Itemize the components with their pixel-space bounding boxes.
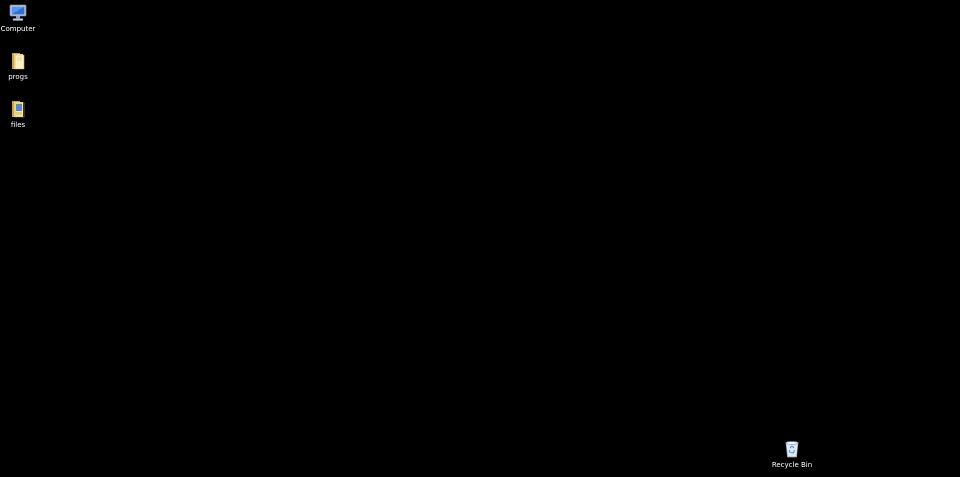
recycle-bin-icon <box>785 441 799 458</box>
desktop-icon-recycle-bin[interactable]: Recycle Bin <box>769 439 815 470</box>
desktop[interactable]: Computer progs files Recycle Bin <box>0 0 960 477</box>
desktop-icon-files[interactable]: files <box>0 99 40 130</box>
desktop-icon-computer[interactable]: Computer <box>0 3 40 34</box>
desktop-icon-label: files <box>10 121 26 129</box>
folder-icon <box>12 101 25 118</box>
desktop-icon-progs[interactable]: progs <box>0 51 40 82</box>
desktop-icon-label: Computer <box>0 25 36 33</box>
desktop-icon-label: Recycle Bin <box>771 461 813 469</box>
computer-icon <box>9 4 27 21</box>
desktop-icon-label: progs <box>8 73 28 81</box>
folder-icon <box>12 53 25 70</box>
